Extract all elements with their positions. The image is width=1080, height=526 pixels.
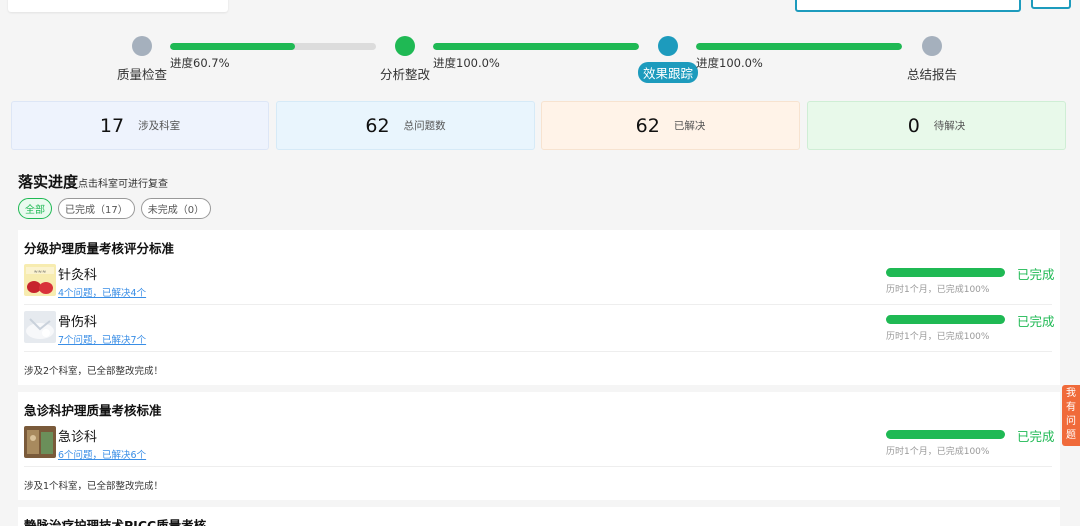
section-heading: 落实进度 — [18, 173, 79, 191]
stat-card-departments: 17 涉及科室 — [11, 101, 269, 150]
connector-bar — [433, 43, 639, 50]
standard-panel: 分级护理质量考核评分标准 ≈≈≈ 针灸科 4个问题，已解决4个 历时1个月，已完… — [18, 230, 1060, 385]
filter-all[interactable]: 全部 — [18, 198, 52, 219]
connector-label: 进度60.7% — [170, 56, 230, 70]
step-connector-3: 进度100.0% — [696, 43, 902, 71]
status-label: 已完成 — [1017, 267, 1055, 282]
orthopedics-thumbnail — [24, 311, 56, 343]
stat-label: 总问题数 — [403, 120, 446, 132]
stat-label: 涉及科室 — [138, 120, 181, 132]
department-row[interactable]: 骨伤科 7个问题，已解决7个 历时1个月，已完成100% 已完成 — [24, 306, 1055, 352]
issues-link[interactable]: 6个问题，已解决6个 — [58, 447, 146, 461]
department-name: 骨伤科 — [58, 315, 98, 330]
issues-link[interactable]: 4个问题，已解决4个 — [58, 285, 146, 299]
section-hint: 点击科室可进行复查 — [78, 179, 169, 190]
standard-panel: 静脉治疗护理技术PICC质量考核 — [18, 507, 1060, 526]
emergency-thumbnail — [24, 426, 56, 458]
row-progress-bar — [886, 268, 1005, 277]
standard-panel: 急诊科护理质量考核标准 急诊科 6个问题，已解决6个 历时1个月，已完成100%… — [18, 392, 1060, 500]
step-dot — [395, 36, 415, 56]
connector-bar — [696, 43, 902, 50]
filter-pills: 全部 已完成（17） 未完成（0） — [18, 198, 212, 219]
stat-value: 62 — [365, 114, 390, 137]
row-progress-text: 历时1个月，已完成100% — [886, 285, 990, 295]
panel-title: 静脉治疗护理技术PICC质量考核 — [24, 518, 207, 526]
status-label: 已完成 — [1017, 429, 1055, 444]
connector-fill — [170, 43, 296, 50]
stat-label: 已解决 — [673, 120, 706, 132]
feedback-tab-label: 我有问题 — [1066, 388, 1076, 441]
connector-label: 进度100.0% — [433, 56, 500, 70]
svg-text:≈≈≈: ≈≈≈ — [34, 269, 47, 275]
panel-footer: 涉及2个科室，已全部整改完成！ — [24, 366, 164, 377]
stat-value: 62 — [635, 114, 660, 137]
top-left-input[interactable] — [8, 0, 228, 12]
connector-label: 进度100.0% — [696, 56, 763, 70]
step-label: 总结报告 — [906, 67, 957, 82]
department-name: 针灸科 — [58, 268, 98, 283]
stat-card-resolved: 62 已解决 — [541, 101, 800, 150]
acupuncture-thumbnail: ≈≈≈ — [24, 264, 56, 296]
panel-title: 急诊科护理质量考核标准 — [24, 403, 162, 418]
connector-bar — [170, 43, 376, 50]
issues-link[interactable]: 7个问题，已解决7个 — [58, 332, 146, 346]
department-row[interactable]: 急诊科 6个问题，已解决6个 历时1个月，已完成100% 已完成 — [24, 421, 1055, 467]
connector-fill — [696, 43, 902, 50]
department-row[interactable]: ≈≈≈ 针灸科 4个问题，已解决4个 历时1个月，已完成100% 已完成 — [24, 259, 1055, 305]
connector-fill — [433, 43, 639, 50]
step-connector-1: 进度60.7% — [170, 43, 376, 71]
row-progress-text: 历时1个月，已完成100% — [886, 447, 990, 457]
step-summary[interactable]: 总结报告 — [887, 33, 977, 83]
stat-card-total-issues: 62 总问题数 — [276, 101, 535, 150]
stat-label: 待解决 — [933, 120, 966, 132]
filter-incomplete[interactable]: 未完成（0） — [140, 198, 212, 219]
step-dot — [132, 36, 152, 56]
top-search-button[interactable] — [1031, 0, 1071, 9]
section-title: 落实进度点击科室可进行复查 — [18, 171, 168, 192]
row-progress-bar — [886, 315, 1005, 324]
panel-footer: 涉及1个科室，已全部整改完成！ — [24, 481, 164, 492]
progress-steps: 质量检查 进度60.7% 分析整改 进度100.0% 效果跟踪 进度100.0%… — [0, 33, 1080, 93]
stat-value: 0 — [907, 114, 920, 137]
stat-value: 17 — [99, 114, 125, 137]
step-label: 质量检查 — [116, 67, 167, 82]
feedback-tab[interactable]: 我有问题 — [1062, 385, 1080, 446]
step-label: 效果跟踪 — [637, 62, 698, 83]
step-label: 分析整改 — [379, 67, 430, 82]
panel-title: 分级护理质量考核评分标准 — [24, 241, 175, 256]
filter-completed[interactable]: 已完成（17） — [58, 198, 135, 219]
status-label: 已完成 — [1017, 314, 1055, 329]
department-name: 急诊科 — [58, 430, 98, 445]
step-dot — [922, 36, 942, 56]
row-progress-bar — [886, 430, 1005, 439]
row-progress-text: 历时1个月，已完成100% — [886, 332, 990, 342]
step-connector-2: 进度100.0% — [433, 43, 639, 71]
step-dot — [658, 36, 678, 56]
stat-card-pending: 0 待解决 — [807, 101, 1066, 150]
top-search-input[interactable] — [795, 0, 1021, 12]
